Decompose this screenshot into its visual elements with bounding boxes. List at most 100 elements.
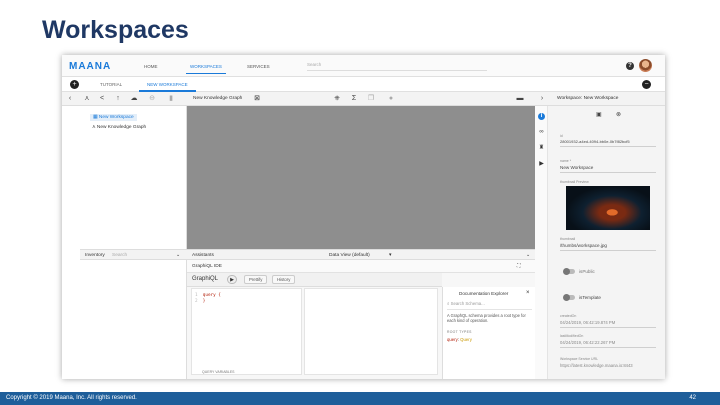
code-line: 1 query { <box>195 293 221 298</box>
add-workspace-icon[interactable]: + <box>70 80 79 89</box>
data-view-select[interactable]: Data View (default) <box>329 253 370 258</box>
name-label: name * <box>560 159 572 163</box>
graphiql-toolbar: GraphiQL ▶ Prettify History <box>187 273 442 287</box>
sigma-icon[interactable]: Σ <box>349 94 359 104</box>
divider <box>560 146 656 147</box>
divider <box>560 250 656 251</box>
graphiql-header: GraphiQL IDE ⛶ <box>187 260 535 273</box>
top-nav: MAANA HOME WORKSPACES SERVICES Search ? <box>62 55 665 77</box>
share-icon[interactable]: < <box>97 94 107 104</box>
delete-icon[interactable]: ▮ <box>166 94 176 104</box>
close-icon[interactable]: × <box>526 290 530 296</box>
graphiql-header-title: GraphiQL IDE <box>192 264 222 269</box>
inventory-bar: Inventory Search ⌄ <box>80 249 187 260</box>
upload-icon[interactable]: ↑ <box>113 94 123 104</box>
properties-icon-strip: i ∞ ♜ ▶ <box>535 106 548 379</box>
slide-footer: Copyright © 2019 Maana, Inc. All rights … <box>0 392 720 405</box>
service-url-label: Workspace Service URL <box>560 357 599 361</box>
thumbnail-preview-label: thumbnail Preview <box>560 180 589 184</box>
divider <box>560 347 656 348</box>
workspace-tabs: + TUTORIAL NEW WORKSPACE − <box>62 77 665 92</box>
remove-workspace-icon[interactable]: − <box>642 80 651 89</box>
query-editor[interactable]: 1 query { 2 } QUERY VARIABLES <box>191 288 302 375</box>
graph-tree-icon[interactable]: ⋏ <box>82 94 92 104</box>
graph-canvas[interactable] <box>187 106 535 249</box>
assistants-bar: Assistants Data View (default) ▾ ⌄ <box>187 249 535 260</box>
docs-description: A GraphQL schema provides a root type fo… <box>447 313 526 323</box>
thumbnail-field[interactable]: /thumbs/workspace.jpg <box>560 243 607 248</box>
nav-home[interactable]: HOME <box>144 64 158 69</box>
modified-value: 04/24/2019, 06:42:22.267 PM <box>560 340 616 345</box>
collapse-left-icon[interactable]: ‹ <box>65 94 75 104</box>
robot-icon[interactable]: ♜ <box>538 145 545 152</box>
divider <box>560 172 656 173</box>
properties-panel: ▣ ⊗ id 28001932-a4ed-4094-bb0e-0b7f82bcf… <box>548 106 665 379</box>
tree-item-new-knowledge-graph[interactable]: ⋏ New Knowledge Graph <box>92 125 146 130</box>
is-template-label: isTemplate <box>579 295 601 300</box>
graphiql-title: GraphiQL <box>192 276 219 282</box>
workspace-toolbar: ‹ ⋏ < ↑ ☁ ⊖ ▮ New Knowledge Graph ⊠ ⎈ Σ … <box>62 92 665 106</box>
nav-workspaces[interactable]: WORKSPACES <box>186 64 226 74</box>
play-circle-icon[interactable]: ▶ <box>538 161 545 168</box>
thumbnail-label: thumbnail <box>560 237 576 241</box>
id-value: 28001932-a4ed-4094-bb0e-0b7f82bcf5 <box>560 139 630 144</box>
tab-tutorial[interactable]: TUTORIAL <box>100 82 122 87</box>
graph-title: New Knowledge Graph <box>193 96 243 101</box>
layers-icon[interactable]: ⎈ <box>332 94 342 104</box>
graphiql-ide: GraphiQL IDE ⛶ GraphiQL ▶ Prettify Histo… <box>187 260 535 379</box>
tab-new-workspace[interactable]: NEW WORKSPACE <box>139 82 196 92</box>
run-query-button[interactable]: ▶ <box>227 275 237 284</box>
chevron-down-icon[interactable]: ⌄ <box>176 253 180 258</box>
disabled-circle-icon[interactable]: ● <box>386 94 396 104</box>
docs-title: Documentation Explorer <box>459 291 509 296</box>
global-search-input[interactable]: Search <box>307 62 487 71</box>
inventory-list <box>80 260 187 379</box>
collapse-right-icon[interactable]: › <box>537 94 547 104</box>
inventory-search-input[interactable]: Search <box>112 253 127 258</box>
slide: Workspaces MAANA HOME WORKSPACES SERVICE… <box>0 0 720 405</box>
service-url-value: https://latest.knowledge.maana.io:8443 <box>560 363 633 368</box>
divider <box>560 327 656 328</box>
created-value: 04/24/2019, 06:42:19.874 PM <box>560 320 616 325</box>
thumbnail-preview-image <box>566 186 650 230</box>
properties-panel-title: Workspace: New Workspace <box>557 96 619 101</box>
code-line: 2 } <box>195 299 206 304</box>
modified-label: lastModifiedOn <box>560 334 584 338</box>
info-icon[interactable]: i <box>538 113 545 120</box>
link-icon[interactable]: ∞ <box>538 129 545 136</box>
is-public-toggle[interactable] <box>563 268 575 275</box>
save-icon[interactable]: ▣ <box>596 111 602 118</box>
help-icon[interactable]: ? <box>626 62 634 70</box>
prettify-button[interactable]: Prettify <box>244 275 268 284</box>
maana-logo[interactable]: MAANA <box>69 61 111 72</box>
inventory-title: Inventory <box>85 253 105 258</box>
assistants-title: Assistants <box>192 253 214 258</box>
cancel-icon[interactable]: ⊗ <box>616 111 621 118</box>
data-view-caret-icon[interactable]: ▾ <box>389 253 391 258</box>
remove-circle-icon[interactable]: ⊖ <box>147 94 157 104</box>
copy-icon[interactable]: ❐ <box>366 94 376 104</box>
cloud-upload-icon[interactable]: ☁ <box>129 94 139 104</box>
id-label: id <box>560 134 563 138</box>
tree-item-new-workspace[interactable]: ▦ New Workspace <box>90 114 137 121</box>
root-type-query[interactable]: query: Query <box>447 337 472 342</box>
workspace-tree: ▦ New Workspace ⋏ New Knowledge Graph <box>80 106 187 249</box>
root-types-heading: ROOT TYPES <box>447 330 472 334</box>
chevron-down-icon[interactable]: ⌄ <box>526 253 530 258</box>
result-pane <box>304 288 438 375</box>
expand-icon[interactable]: ⛶ <box>517 263 520 269</box>
created-label: createdOn <box>560 314 577 318</box>
is-template-toggle[interactable] <box>563 294 575 301</box>
is-public-label: isPublic <box>579 269 595 274</box>
left-gutter <box>62 106 80 379</box>
nav-services[interactable]: SERVICES <box>247 64 270 69</box>
keyboard-icon[interactable]: ▬ <box>515 94 525 104</box>
close-graph-icon[interactable]: ⊠ <box>252 94 262 104</box>
slide-title: Workspaces <box>42 16 189 44</box>
name-field[interactable]: New Workspace <box>560 165 593 170</box>
history-button[interactable]: History <box>272 275 296 284</box>
schema-search-input[interactable]: ⌕ Search Schema... <box>447 301 532 310</box>
page-number: 42 <box>689 395 696 401</box>
query-variables-label[interactable]: QUERY VARIABLES <box>202 370 235 374</box>
user-avatar[interactable] <box>639 59 652 72</box>
